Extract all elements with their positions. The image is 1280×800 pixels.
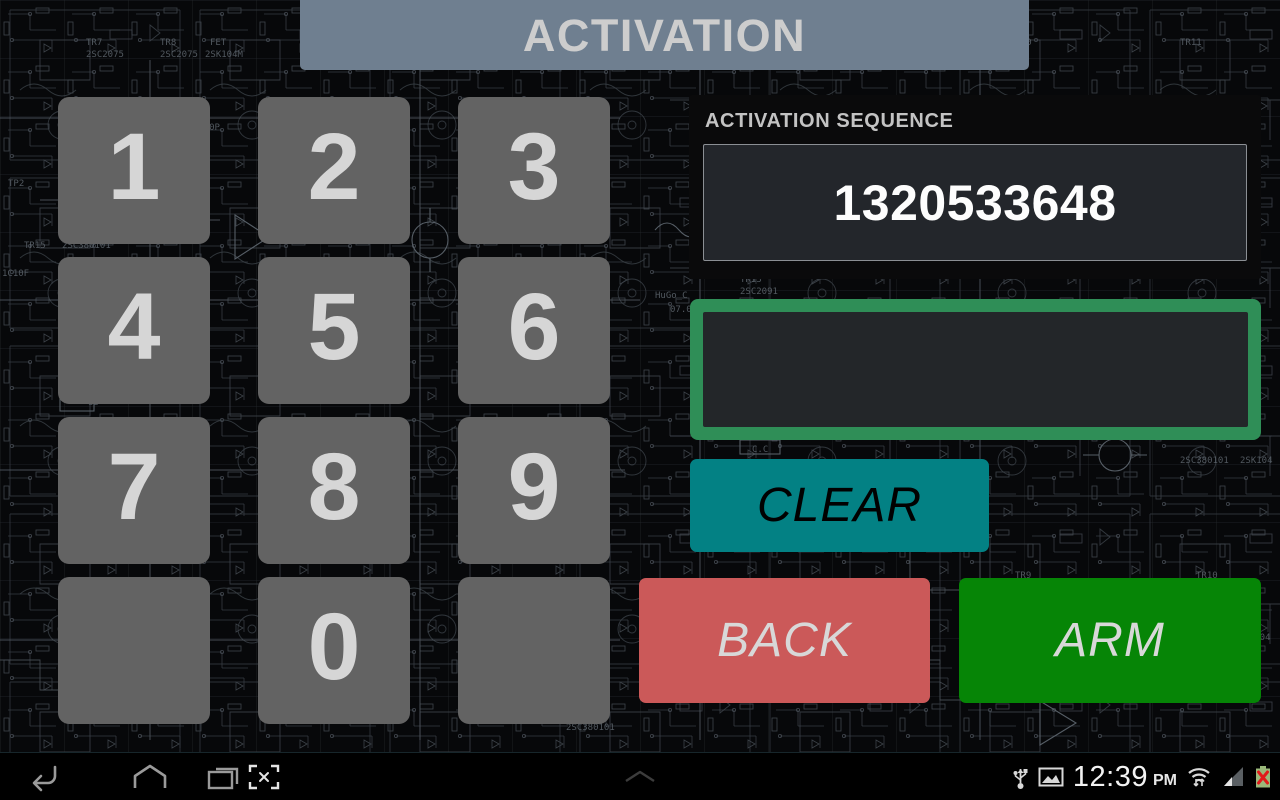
page-title: ACTIVATION <box>522 9 807 61</box>
arm-button[interactable]: ARM <box>959 578 1261 703</box>
key-4[interactable]: 4 <box>58 257 210 404</box>
key-0[interactable]: 0 <box>258 577 410 724</box>
svg-text:1C10F: 1C10F <box>2 269 29 279</box>
back-arrow-icon <box>32 765 57 792</box>
key-6[interactable]: 6 <box>458 257 610 404</box>
key-3[interactable]: 3 <box>458 97 610 244</box>
usb-icon <box>1012 764 1029 790</box>
activation-screen: TR7TR8 2SC20752SC2075 FET2SK104M IC2TA73… <box>0 0 1280 800</box>
nav-back-button[interactable] <box>5 753 79 800</box>
signal-bars-icon <box>1221 766 1245 788</box>
key-1[interactable]: 1 <box>58 97 210 244</box>
nav-screenshot-button[interactable] <box>227 753 301 800</box>
key-2[interactable]: 2 <box>258 97 410 244</box>
control-panel: ACTIVATION SEQUENCE 1320533648 CLEAR BAC… <box>639 95 1261 715</box>
clock-time: 12:39 <box>1072 760 1148 793</box>
svg-text:TR7: TR7 <box>86 38 102 48</box>
nav-drawer-handle[interactable] <box>603 753 677 800</box>
status-bar-icons: 12:39 PM <box>1012 753 1272 800</box>
numeric-keypad: 123 456 7890 <box>58 97 613 726</box>
nav-home-button[interactable] <box>113 753 187 800</box>
key-9[interactable]: 9 <box>458 417 610 564</box>
android-navigation-bar: 12:39 PM <box>0 752 1280 800</box>
app-header-bar: ACTIVATION <box>300 0 1029 70</box>
svg-text:TP2: TP2 <box>8 179 24 189</box>
clock-ampm: PM <box>1153 771 1177 789</box>
svg-text:TR15: TR15 <box>24 241 46 251</box>
key-blank-left[interactable] <box>58 577 210 724</box>
battery-error-icon <box>1254 765 1272 789</box>
key-5[interactable]: 5 <box>258 257 410 404</box>
key-8[interactable]: 8 <box>258 417 410 564</box>
back-button[interactable]: BACK <box>639 578 930 703</box>
activation-sequence-panel: ACTIVATION SEQUENCE 1320533648 <box>689 95 1261 279</box>
screenshot-icon <box>248 764 280 790</box>
key-blank-right[interactable] <box>458 577 610 724</box>
svg-text:2SC2075: 2SC2075 <box>160 50 198 60</box>
chevron-up-icon <box>625 770 655 783</box>
home-icon <box>133 764 167 788</box>
screenshot-captured-icon <box>1038 766 1064 788</box>
activation-sequence-label: ACTIVATION SEQUENCE <box>705 110 954 132</box>
svg-text:TR8: TR8 <box>160 38 176 48</box>
svg-text:TR11: TR11 <box>1180 38 1202 48</box>
svg-text:2SC2075: 2SC2075 <box>86 50 124 60</box>
clear-button[interactable]: CLEAR <box>690 459 989 552</box>
key-7[interactable]: 7 <box>58 417 210 564</box>
activation-sequence-display: 1320533648 <box>703 144 1247 261</box>
activation-sequence-value: 1320533648 <box>833 174 1117 231</box>
svg-text:2SK104M: 2SK104M <box>205 50 244 60</box>
svg-text:FET: FET <box>210 38 227 48</box>
code-entry-field[interactable] <box>690 299 1261 440</box>
code-entry-value[interactable] <box>703 312 1248 427</box>
wifi-icon <box>1186 765 1212 789</box>
